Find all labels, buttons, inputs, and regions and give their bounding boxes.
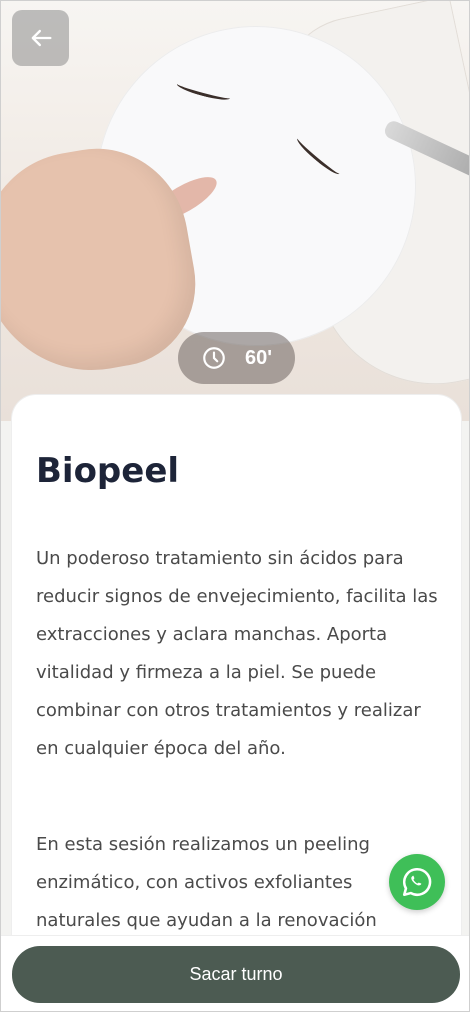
arrow-left-icon xyxy=(31,29,51,47)
whatsapp-button[interactable] xyxy=(389,854,445,910)
screen: 60' Biopeel Un poderoso tratamiento sin … xyxy=(0,0,470,1012)
service-description: Un poderoso tratamiento sin ácidos para … xyxy=(36,540,441,998)
service-title: Biopeel xyxy=(36,451,180,491)
description-paragraph: Un poderoso tratamiento sin ácidos para … xyxy=(36,548,438,759)
bottom-bar: Sacar turno xyxy=(1,935,469,1011)
clock-icon xyxy=(203,347,225,369)
whatsapp-icon xyxy=(402,867,432,897)
duration-text: 60' xyxy=(244,346,272,369)
back-button[interactable] xyxy=(12,10,69,66)
sacar-turno-button[interactable]: Sacar turno xyxy=(12,946,460,1003)
description-paragraph: En esta sesión realizamos un peeling enz… xyxy=(36,834,377,931)
duration-badge: 60' xyxy=(178,332,295,384)
